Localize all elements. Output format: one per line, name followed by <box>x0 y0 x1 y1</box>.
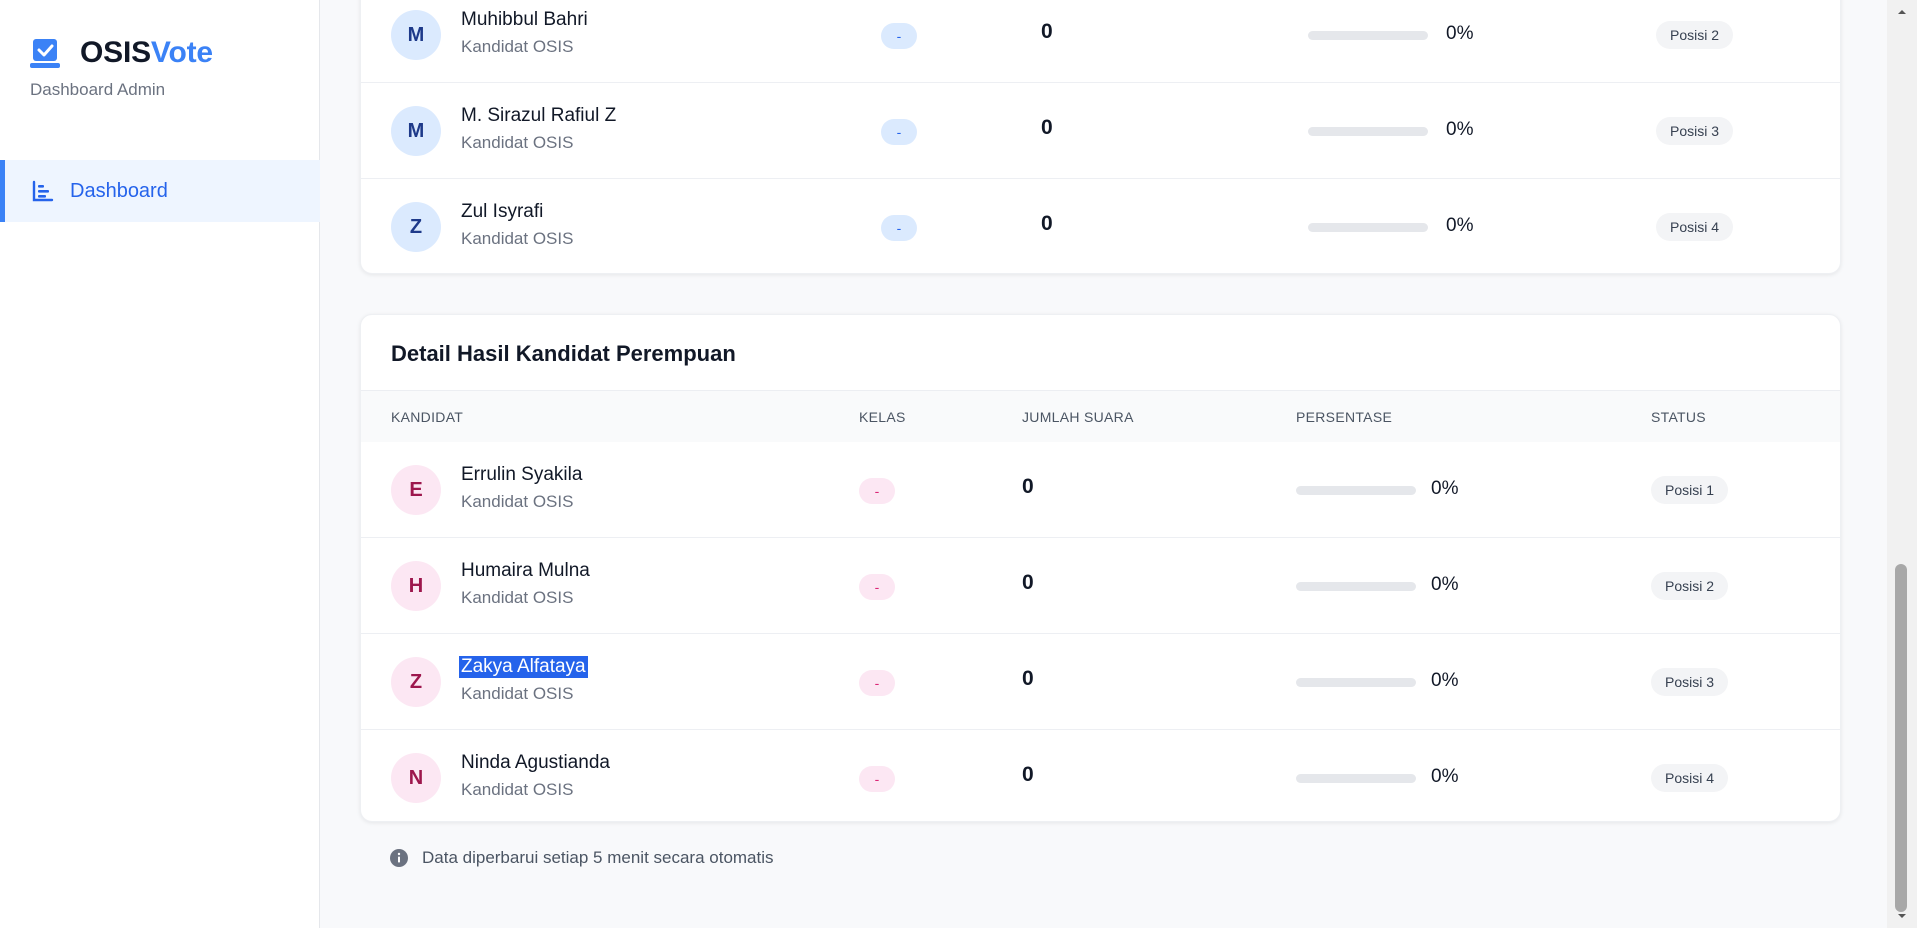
brand[interactable]: OSISVote <box>30 36 213 70</box>
scroll-thumb[interactable] <box>1895 564 1907 912</box>
table-row: Z Zul Isyrafi Kandidat OSIS - 0 0% Posis… <box>361 179 1840 273</box>
male-results-card: M Muhibbul Bahri Kandidat OSIS - 0 0% Po… <box>360 0 1841 274</box>
vote-percent: 0% <box>1431 478 1459 499</box>
table-row: M Muhibbul Bahri Kandidat OSIS - 0 0% Po… <box>361 0 1840 83</box>
brand-subtitle: Dashboard Admin <box>30 80 166 99</box>
info-circle-icon <box>390 849 408 867</box>
candidate-role: Kandidat OSIS <box>461 37 574 56</box>
chart-bar-icon <box>32 180 54 202</box>
progress-bar <box>1296 486 1416 495</box>
check-square-icon <box>30 39 60 68</box>
vote-percent: 0% <box>1431 766 1459 787</box>
status-badge: Posisi 2 <box>1656 21 1734 49</box>
column-header-kelas: KELAS <box>859 409 906 425</box>
avatar: N <box>391 753 441 803</box>
kelas-badge: - <box>859 766 895 792</box>
vote-percent: 0% <box>1446 215 1474 236</box>
vote-percent: 0% <box>1431 574 1459 595</box>
column-header-kandidat: KANDIDAT <box>391 409 464 425</box>
app-window: OSISVote Dashboard Admin Dashboard M Muh… <box>0 0 1917 928</box>
progress-bar <box>1308 31 1428 40</box>
vote-count: 0 <box>1022 667 1034 690</box>
status-badge: Posisi 4 <box>1656 213 1734 241</box>
avatar: M <box>391 10 441 60</box>
table-row: H Humaira Mulna Kandidat OSIS - 0 0% Pos… <box>361 538 1840 634</box>
vote-percent: 0% <box>1431 670 1459 691</box>
candidate-role: Kandidat OSIS <box>461 588 574 607</box>
progress-bar <box>1296 582 1416 591</box>
avatar: Z <box>391 657 441 707</box>
female-results-card: Detail Hasil Kandidat Perempuan KANDIDAT… <box>360 314 1841 822</box>
candidate-role: Kandidat OSIS <box>461 780 574 799</box>
table-row: Z Zakya Alfataya Kandidat OSIS - 0 0% Po… <box>361 634 1840 730</box>
vote-percent: 0% <box>1446 119 1474 140</box>
table-header: KANDIDAT KELAS JUMLAH SUARA PERSENTASE S… <box>361 390 1840 442</box>
scroll-down-arrow-icon[interactable] <box>1896 910 1908 922</box>
candidate-name: Errulin Syakila <box>461 464 583 485</box>
progress-bar <box>1296 774 1416 783</box>
status-badge: Posisi 1 <box>1651 476 1729 504</box>
vertical-scrollbar[interactable] <box>1887 0 1917 928</box>
avatar: Z <box>391 202 441 252</box>
column-header-persentase: PERSENTASE <box>1296 409 1393 425</box>
table-row: M M. Sirazul Rafiul Z Kandidat OSIS - 0 … <box>361 83 1840 179</box>
progress-bar <box>1296 678 1416 687</box>
kelas-badge: - <box>881 23 917 49</box>
vote-percent: 0% <box>1446 23 1474 44</box>
candidate-role: Kandidat OSIS <box>461 229 574 248</box>
vote-count: 0 <box>1022 571 1034 594</box>
sidebar-item-label: Dashboard <box>70 179 168 202</box>
candidate-role: Kandidat OSIS <box>461 133 574 152</box>
update-note-text: Data diperbarui setiap 5 menit secara ot… <box>422 848 774 867</box>
column-header-status: STATUS <box>1651 409 1706 425</box>
table-row: N Ninda Agustianda Kandidat OSIS - 0 0% … <box>361 730 1840 821</box>
column-header-jumlah-suara: JUMLAH SUARA <box>1022 409 1134 425</box>
main-content: M Muhibbul Bahri Kandidat OSIS - 0 0% Po… <box>320 0 1887 928</box>
candidate-name: Muhibbul Bahri <box>461 9 588 30</box>
card-title: Detail Hasil Kandidat Perempuan <box>391 341 736 366</box>
status-badge: Posisi 3 <box>1651 668 1729 696</box>
update-note: Data diperbarui setiap 5 menit secara ot… <box>390 848 774 868</box>
candidate-role: Kandidat OSIS <box>461 684 574 703</box>
vote-count: 0 <box>1041 212 1053 235</box>
candidate-name: Humaira Mulna <box>461 560 590 581</box>
status-badge: Posisi 4 <box>1651 764 1729 792</box>
avatar: M <box>391 106 441 156</box>
status-badge: Posisi 2 <box>1651 572 1729 600</box>
candidate-name: M. Sirazul Rafiul Z <box>461 105 617 126</box>
avatar: E <box>391 465 441 515</box>
scroll-up-arrow-icon[interactable] <box>1896 6 1908 18</box>
progress-bar <box>1308 127 1428 136</box>
candidate-name: Ninda Agustianda <box>461 752 610 773</box>
brand-name-part2: Vote <box>150 36 213 69</box>
vote-count: 0 <box>1022 763 1034 786</box>
brand-name-part1: OSIS <box>80 36 151 69</box>
kelas-badge: - <box>881 119 917 145</box>
candidate-name: Zul Isyrafi <box>461 201 544 222</box>
kelas-badge: - <box>859 670 895 696</box>
avatar: H <box>391 561 441 611</box>
status-badge: Posisi 3 <box>1656 117 1734 145</box>
candidate-role: Kandidat OSIS <box>461 492 574 511</box>
progress-bar <box>1308 223 1428 232</box>
candidate-name-selected: Zakya Alfataya <box>459 656 588 678</box>
sidebar-item-dashboard[interactable]: Dashboard <box>0 160 320 222</box>
kelas-badge: - <box>859 574 895 600</box>
vote-count: 0 <box>1041 20 1053 43</box>
vote-count: 0 <box>1022 475 1034 498</box>
kelas-badge: - <box>881 215 917 241</box>
sidebar: OSISVote Dashboard Admin Dashboard <box>0 0 320 928</box>
brand-title: OSISVote <box>80 36 213 70</box>
vote-count: 0 <box>1041 116 1053 139</box>
kelas-badge: - <box>859 478 895 504</box>
table-row: E Errulin Syakila Kandidat OSIS - 0 0% P… <box>361 442 1840 538</box>
